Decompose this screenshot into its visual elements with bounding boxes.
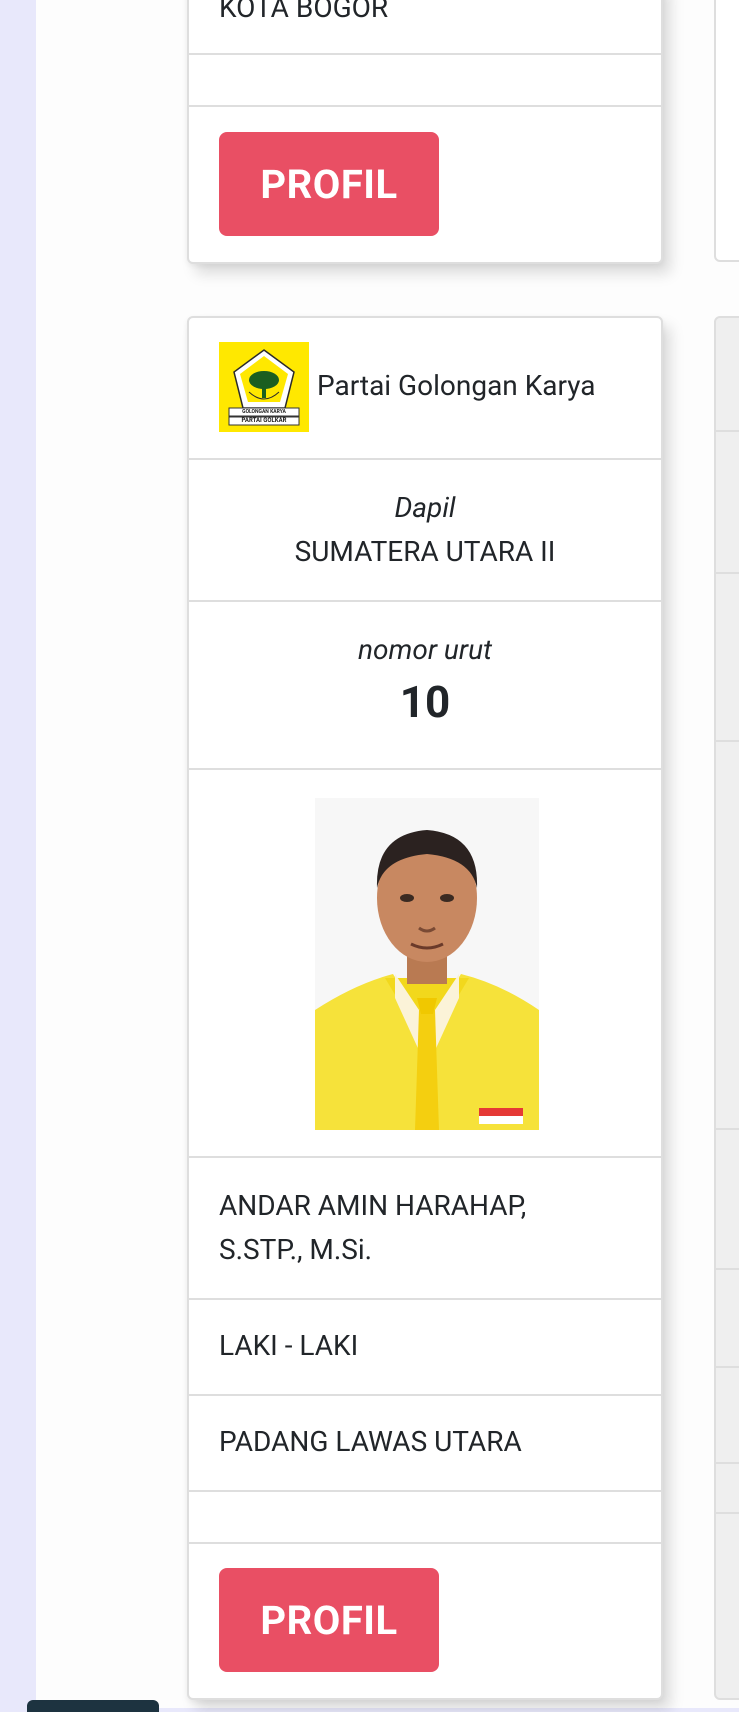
gender-text: LAKI - LAKI	[219, 1329, 359, 1362]
gender-row: LAKI - LAKI	[189, 1300, 661, 1396]
domicile-row: KOTA BOGOR	[189, 0, 661, 55]
adjacent-divider	[716, 1128, 739, 1130]
bottom-nav-tab[interactable]	[27, 1700, 159, 1712]
domicile-text: KOTA BOGOR	[219, 0, 389, 24]
domicile-row: PADANG LAWAS UTARA	[189, 1396, 661, 1492]
adjacent-divider	[716, 430, 739, 432]
candidate-card-previous: KOTA BOGOR PROFIL	[187, 0, 663, 264]
profil-button[interactable]: PROFIL	[219, 1568, 439, 1672]
party-row: GOLONGAN KARYA PARTAI GOLKAR Partai Golo…	[189, 318, 661, 460]
logo-text-top: GOLONGAN KARYA	[242, 409, 286, 415]
empty-row	[189, 1492, 661, 1544]
adjacent-divider	[716, 1366, 739, 1368]
dapil-row: Dapil SUMATERA UTARA II	[189, 460, 661, 602]
domicile-text: PADANG LAWAS UTARA	[219, 1425, 522, 1458]
adjacent-divider	[716, 1462, 739, 1464]
dapil-value: SUMATERA UTARA II	[294, 535, 556, 568]
profil-button[interactable]: PROFIL	[219, 132, 439, 236]
dapil-label: Dapil	[394, 491, 456, 524]
candidate-name-line2: S.STP., M.Si.	[219, 1233, 373, 1266]
name-row: ANDAR AMIN HARAHAP, S.STP., M.Si.	[189, 1158, 661, 1300]
photo-row	[189, 770, 661, 1158]
party-name: Partai Golongan Karya	[317, 369, 596, 402]
adjacent-divider	[716, 1268, 739, 1270]
empty-row	[189, 55, 661, 107]
adjacent-card-main	[714, 316, 739, 1700]
candidate-photo	[315, 798, 539, 1130]
nomor-urut-row: nomor urut 10	[189, 602, 661, 770]
golkar-logo: GOLONGAN KARYA PARTAI GOLKAR	[219, 342, 309, 432]
candidate-card: GOLONGAN KARYA PARTAI GOLKAR Partai Golo…	[187, 316, 663, 1700]
candidate-name-line1: ANDAR AMIN HARAHAP,	[219, 1189, 527, 1222]
logo-text-bottom: PARTAI GOLKAR	[241, 417, 287, 424]
nomor-urut-label: nomor urut	[358, 633, 492, 666]
adjacent-divider	[716, 1512, 739, 1514]
nomor-urut-value: 10	[399, 676, 451, 728]
adjacent-divider	[716, 572, 739, 574]
adjacent-divider	[716, 740, 739, 742]
adjacent-card-top	[714, 0, 739, 262]
